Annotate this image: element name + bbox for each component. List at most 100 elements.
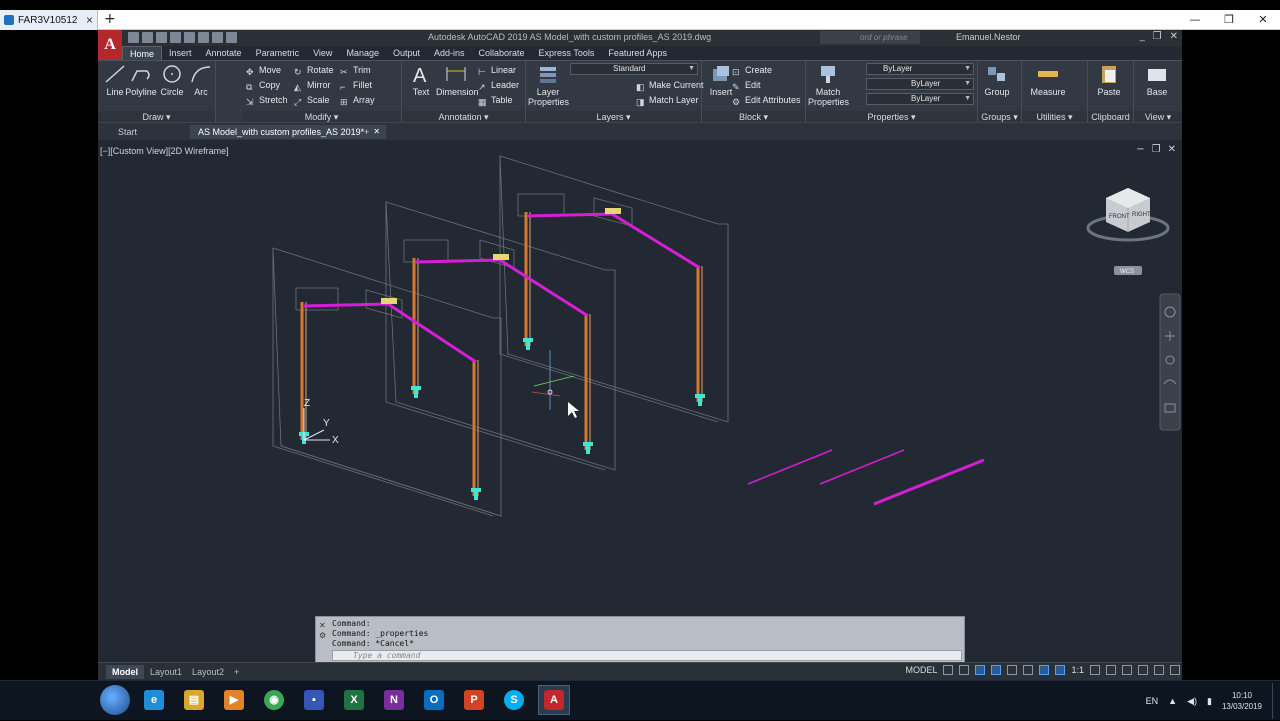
isodraft-icon[interactable]: [1007, 665, 1018, 675]
tab-add-ins[interactable]: Add-ins: [427, 46, 472, 60]
annotation-scale[interactable]: 1:1: [1071, 665, 1084, 675]
tab-collaborate[interactable]: Collaborate: [472, 46, 532, 60]
browser-tab[interactable]: FAR3V10512 ×: [0, 10, 98, 30]
viewcube[interactable]: FRONT RIGHT WCS: [1086, 188, 1170, 275]
new-tab-button[interactable]: +: [104, 11, 116, 27]
app-minimize-button[interactable]: _: [1140, 31, 1145, 42]
annotation-visibility-icon[interactable]: [1055, 665, 1066, 675]
tab-manage[interactable]: Manage: [339, 46, 386, 60]
save-as-icon[interactable]: [170, 32, 181, 43]
grid-icon[interactable]: [943, 665, 954, 675]
color-dropdown[interactable]: ByLayer ▼: [866, 63, 974, 75]
redo-icon[interactable]: [226, 32, 237, 43]
object-snap-tracking-icon[interactable]: [1023, 665, 1034, 675]
lineweight-dropdown[interactable]: ByLayer ▼: [866, 93, 974, 105]
ortho-icon[interactable]: [975, 665, 986, 675]
object-snap-icon[interactable]: [1039, 665, 1050, 675]
language-indicator[interactable]: EN: [1146, 696, 1159, 706]
taskbar-app-explorer[interactable]: ▤: [178, 685, 210, 715]
paste-tool[interactable]: Paste: [1092, 63, 1126, 97]
viewport-restore-button[interactable]: ❐: [1152, 144, 1161, 155]
tab-close-icon[interactable]: ×: [86, 13, 93, 27]
undo-icon[interactable]: [212, 32, 223, 43]
drawing-canvas[interactable]: X Y Z FRONT RIGHT WCS: [98, 140, 1182, 660]
polar-icon[interactable]: [991, 665, 1002, 675]
search-input[interactable]: ord or phrase: [820, 31, 920, 44]
measure-tool[interactable]: Measure: [1028, 63, 1068, 97]
tab-output[interactable]: Output: [386, 46, 427, 60]
user-name[interactable]: Emanuel.Nestor: [956, 32, 1021, 42]
leader-tool[interactable]: ↗ Leader: [478, 78, 519, 92]
settings-icon[interactable]: ⚙: [319, 631, 327, 641]
tab-parametric[interactable]: Parametric: [249, 46, 307, 60]
dimension-tool[interactable]: Dimension: [436, 63, 479, 97]
snap-icon[interactable]: [959, 665, 970, 675]
tray-overflow-icon[interactable]: ▲: [1168, 696, 1177, 706]
isolate-objects-icon[interactable]: [1122, 665, 1132, 675]
base-tool[interactable]: Base: [1140, 63, 1174, 97]
layout2-tab[interactable]: Layout2: [186, 665, 230, 679]
viewport-minimize-button[interactable]: −: [1136, 144, 1144, 155]
taskbar-app-onenote[interactable]: N: [378, 685, 410, 715]
tab-annotate[interactable]: Annotate: [199, 46, 249, 60]
start-button[interactable]: [100, 685, 130, 715]
app-close-button[interactable]: ✕: [1170, 31, 1178, 42]
array-tool[interactable]: ⊞ Array: [340, 93, 375, 107]
match-layer-tool[interactable]: ◨ Match Layer: [636, 93, 699, 107]
model-space-toggle[interactable]: MODEL: [905, 665, 937, 675]
command-input[interactable]: Type a command: [332, 650, 962, 661]
viewport-controls-label[interactable]: [−][Custom View][2D Wireframe]: [100, 146, 229, 156]
save-icon[interactable]: [156, 32, 167, 43]
network-icon[interactable]: ▮: [1207, 696, 1212, 707]
layout1-tab[interactable]: Layout1: [144, 665, 188, 679]
web-icon[interactable]: [184, 32, 195, 43]
move-tool[interactable]: ✥ Move: [246, 63, 281, 77]
taskbar-app-skype[interactable]: S: [498, 685, 530, 715]
new-document-tab-button[interactable]: +: [356, 125, 377, 139]
arc-tool[interactable]: Arc: [184, 63, 218, 97]
mirror-tool[interactable]: ◭ Mirror: [294, 78, 331, 92]
text-tool[interactable]: A Text: [404, 63, 438, 97]
drawing-viewport[interactable]: X Y Z FRONT RIGHT WCS [−][Custom View][2…: [98, 140, 1182, 660]
close-icon[interactable]: ✕: [319, 621, 327, 631]
tab-featured-apps[interactable]: Featured Apps: [601, 46, 674, 60]
app-maximize-button[interactable]: ❐: [1153, 31, 1162, 42]
taskbar-app-media[interactable]: ▶: [218, 685, 250, 715]
maximize-button[interactable]: ❐: [1212, 10, 1246, 30]
tab-home[interactable]: Home: [122, 46, 163, 60]
rotate-tool[interactable]: ↻ Rotate: [294, 63, 334, 77]
volume-icon[interactable]: ◀): [1187, 696, 1197, 707]
match-properties-tool[interactable]: Match Properties: [808, 63, 849, 107]
new-icon[interactable]: [128, 32, 139, 43]
application-menu-button[interactable]: A: [98, 30, 122, 60]
linetype-dropdown[interactable]: ByLayer ▼: [866, 78, 974, 90]
edit-block-tool[interactable]: ✎ Edit: [732, 78, 761, 92]
layer-dropdown[interactable]: Standard ▼: [570, 63, 698, 75]
taskbar-app-autocad[interactable]: A: [538, 685, 570, 715]
scale-tool[interactable]: ⤢ Scale: [294, 93, 330, 107]
add-layout-button[interactable]: +: [228, 665, 245, 679]
print-icon[interactable]: [198, 32, 209, 43]
trim-tool[interactable]: ✂ Trim: [340, 63, 371, 77]
minimize-button[interactable]: —: [1178, 10, 1212, 30]
wcs-label[interactable]: WCS: [1120, 269, 1134, 275]
taskbar-app-excel[interactable]: X: [338, 685, 370, 715]
edit-attributes-tool[interactable]: ⚙ Edit Attributes: [732, 93, 801, 107]
create-block-tool[interactable]: ⊡ Create: [732, 63, 772, 77]
group-tool[interactable]: Group: [980, 63, 1014, 97]
taskbar-app-ie[interactable]: e: [138, 685, 170, 715]
start-tab[interactable]: Start: [110, 125, 145, 139]
tab-view[interactable]: View: [306, 46, 339, 60]
model-tab[interactable]: Model: [106, 665, 144, 679]
navigation-bar[interactable]: [1159, 293, 1181, 431]
layer-properties-tool[interactable]: Layer Properties: [528, 63, 569, 107]
tab-insert[interactable]: Insert: [162, 46, 199, 60]
tab-express-tools[interactable]: Express Tools: [532, 46, 602, 60]
viewport-close-button[interactable]: ✕: [1168, 144, 1176, 155]
plus-icon[interactable]: [1106, 665, 1116, 675]
close-button[interactable]: ✕: [1246, 10, 1280, 30]
show-desktop-button[interactable]: [1272, 683, 1276, 719]
taskbar-app-powerpoint[interactable]: P: [458, 685, 490, 715]
table-tool[interactable]: ▦ Table: [478, 93, 513, 107]
copy-tool[interactable]: ⧉ Copy: [246, 78, 280, 92]
